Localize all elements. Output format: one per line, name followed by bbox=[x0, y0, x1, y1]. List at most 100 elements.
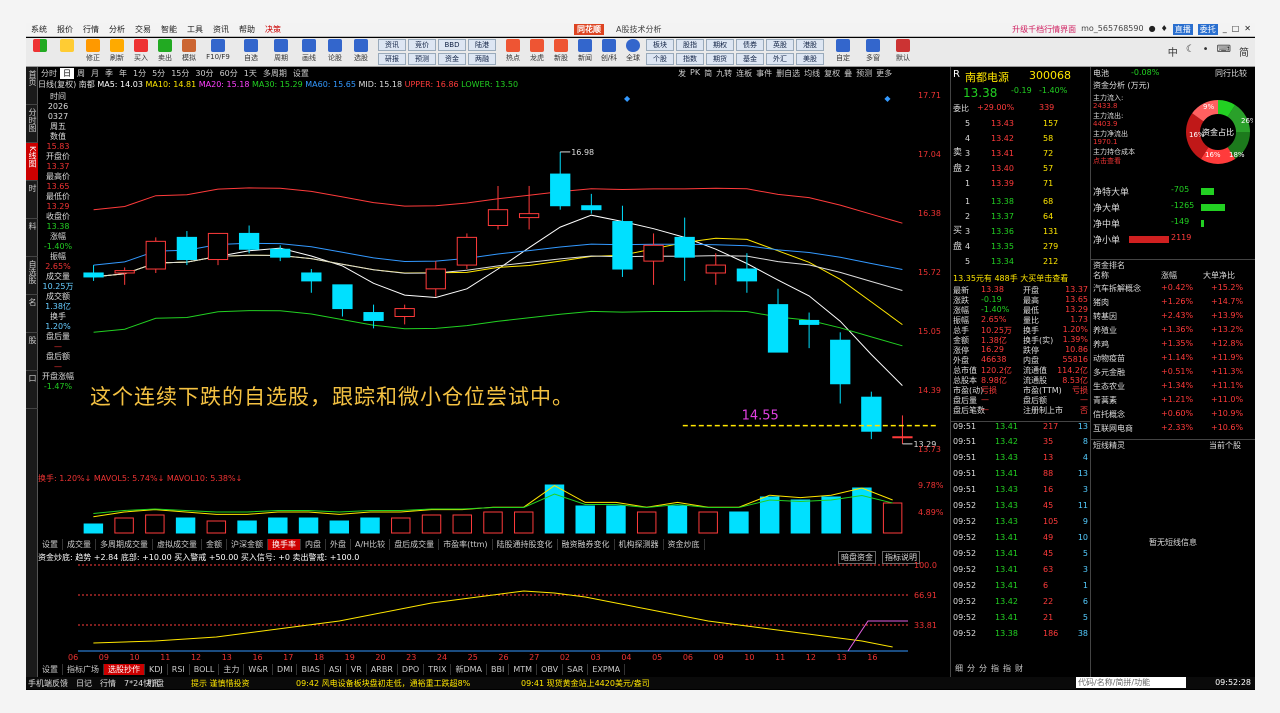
indicator-tab[interactable]: W&R bbox=[244, 664, 274, 675]
tick-tab[interactable]: 细 bbox=[955, 663, 963, 675]
volume-subtab[interactable]: 资金炒底 bbox=[664, 539, 705, 550]
menu-tools[interactable]: 工具 bbox=[182, 24, 208, 35]
tool-dragon[interactable]: 龙虎 bbox=[526, 39, 548, 66]
event-marker-icon[interactable]: ◆ bbox=[884, 94, 891, 103]
search-input[interactable]: 代码/名称/简拼/功能 bbox=[1076, 677, 1186, 688]
menu-quote[interactable]: 报价 bbox=[52, 24, 78, 35]
tick-tab[interactable]: 财 bbox=[1015, 663, 1023, 675]
indicator-tab[interactable]: KDJ bbox=[145, 664, 168, 675]
indicator-tab[interactable]: RSI bbox=[168, 664, 190, 675]
tool-fix[interactable]: 修正 bbox=[82, 39, 104, 66]
book-row[interactable]: 2 13.37 64 bbox=[951, 212, 1090, 225]
tick-tab[interactable]: 指 bbox=[1003, 663, 1011, 675]
capital-donut[interactable]: 资金占比 9% 16% 16% 18% 26% bbox=[1183, 97, 1253, 167]
user-icon[interactable]: ● bbox=[1149, 24, 1156, 35]
sector-row[interactable]: 互联网电商 +2.33% +10.6% bbox=[1091, 423, 1255, 436]
menu-decision[interactable]: 决策 bbox=[260, 24, 286, 35]
period-tab[interactable]: 1分 bbox=[130, 68, 149, 79]
candle[interactable] bbox=[238, 232, 260, 250]
book-row[interactable]: 4 13.42 58 bbox=[951, 134, 1090, 147]
btn-stockindex[interactable]: 股指 bbox=[676, 39, 704, 51]
indicator-tab[interactable]: 选股抄作 bbox=[104, 664, 145, 675]
bottom-link[interactable]: 反馈 bbox=[52, 678, 68, 689]
btn-funds[interactable]: 基金 bbox=[736, 53, 764, 65]
volume-subtab[interactable]: 金额 bbox=[202, 539, 227, 550]
username[interactable]: mo_565768590 bbox=[1081, 24, 1144, 35]
tick-tab[interactable]: 分 bbox=[967, 663, 975, 675]
sector-row[interactable]: 青蒿素 +1.21% +11.0% bbox=[1091, 395, 1255, 408]
indicator-tab[interactable]: DPO bbox=[398, 664, 425, 675]
live-button[interactable]: 直播 bbox=[1172, 24, 1193, 35]
sector-row[interactable]: 生态农业 +1.34% +11.1% bbox=[1091, 381, 1255, 394]
menu-smart[interactable]: 智能 bbox=[156, 24, 182, 35]
period-tab[interactable]: 60分 bbox=[217, 68, 241, 79]
indicator-tab[interactable]: 设置 bbox=[38, 664, 63, 675]
menu-market[interactable]: 行情 bbox=[78, 24, 104, 35]
maximize-icon[interactable]: □ bbox=[1232, 24, 1240, 35]
candle[interactable] bbox=[581, 205, 602, 211]
period-tab[interactable]: 周 bbox=[74, 68, 88, 79]
tool-refresh[interactable]: 刷新 bbox=[106, 39, 128, 66]
nav-kline[interactable]: K线图 bbox=[26, 143, 38, 181]
book-row[interactable]: 1 13.39 71 bbox=[951, 179, 1090, 192]
bottom-link[interactable]: 日记 bbox=[76, 678, 92, 689]
btn-stock[interactable]: 个股 bbox=[646, 53, 674, 65]
btn-research[interactable]: 研报 bbox=[378, 53, 406, 65]
tool-hot[interactable]: 热点 bbox=[502, 39, 524, 66]
nav-timeshare[interactable]: 分时图 bbox=[26, 105, 38, 143]
volume-subtab[interactable]: 外盘 bbox=[326, 539, 351, 550]
ime-moon-icon[interactable]: ☾ bbox=[1186, 44, 1195, 59]
volume-subtab[interactable]: 换手率 bbox=[268, 539, 301, 550]
nav-home[interactable]: 首页 bbox=[26, 67, 38, 105]
indicator-tab[interactable]: TRIX bbox=[424, 664, 452, 675]
candle[interactable] bbox=[301, 272, 322, 282]
tool-watchlist[interactable]: 自选 bbox=[240, 39, 262, 66]
btn-futures[interactable]: 期货 bbox=[706, 53, 734, 65]
candle[interactable] bbox=[674, 236, 695, 258]
btn-uk[interactable]: 英股 bbox=[766, 39, 794, 51]
btn-sector[interactable]: 板块 bbox=[646, 39, 674, 51]
bottom-link[interactable]: 行情 bbox=[100, 678, 116, 689]
candle[interactable] bbox=[145, 240, 166, 270]
period-tab[interactable]: 月 bbox=[88, 68, 102, 79]
tool-draw[interactable]: 画线 bbox=[298, 39, 320, 66]
volume-chart[interactable] bbox=[78, 483, 908, 535]
chart-tool-tab[interactable]: 复权 bbox=[824, 68, 840, 79]
tool-period[interactable]: 周期 bbox=[270, 39, 292, 66]
chart-tool-tab[interactable]: 简 bbox=[704, 68, 712, 79]
home-grid-button[interactable] bbox=[29, 39, 51, 66]
btn-margin[interactable]: 两融 bbox=[468, 53, 496, 65]
sector-row[interactable]: 动物疫苗 +1.14% +11.9% bbox=[1091, 353, 1255, 366]
candle[interactable] bbox=[363, 312, 384, 321]
sector-row[interactable]: 养殖业 +1.36% +13.2% bbox=[1091, 325, 1255, 338]
tool-ipo[interactable]: 新股 bbox=[550, 39, 572, 66]
ticker-news-1[interactable]: 09:42 风电设备板块盘初走低，通裕重工跌超8% bbox=[296, 678, 470, 689]
chart-tool-tab[interactable]: 九转 bbox=[716, 68, 732, 79]
chart-tool-tab[interactable]: 连板 bbox=[736, 68, 752, 79]
sector-row[interactable]: 转基因 +2.43% +13.9% bbox=[1091, 311, 1255, 324]
btn-hk-connect[interactable]: 陆港 bbox=[468, 39, 496, 51]
stock-code[interactable]: 300068 bbox=[1029, 69, 1071, 82]
chart-tool-tab[interactable]: 均线 bbox=[804, 68, 820, 79]
candle[interactable] bbox=[425, 268, 446, 290]
candle[interactable] bbox=[270, 248, 291, 258]
indicator-tab[interactable]: 新DMA bbox=[451, 664, 488, 675]
peer-compare[interactable]: 同行比较 bbox=[1215, 68, 1247, 79]
indicator-tab[interactable]: SAR bbox=[563, 664, 589, 675]
sector-row[interactable]: 养鸡 +1.35% +12.8% bbox=[1091, 339, 1255, 352]
candle[interactable] bbox=[114, 270, 135, 274]
indicator-tab[interactable]: 指标广场 bbox=[63, 664, 104, 675]
chart-tool-tab[interactable]: 发 bbox=[678, 68, 686, 79]
btn-options[interactable]: 期权 bbox=[706, 39, 734, 51]
book-row[interactable]: 2 13.40 57 bbox=[951, 164, 1090, 177]
btn-news[interactable]: 资讯 bbox=[378, 39, 406, 51]
close-icon[interactable]: ✕ bbox=[1244, 24, 1251, 35]
chart-tool-tab[interactable]: 更多 bbox=[876, 68, 892, 79]
book-row[interactable]: 1 13.38 68 bbox=[951, 197, 1090, 210]
ticker-tip[interactable]: 提示 谨慎惜投资 bbox=[191, 678, 250, 689]
indicator-tab[interactable]: EXPMA bbox=[588, 664, 626, 675]
ime-dot-icon[interactable]: • bbox=[1203, 44, 1209, 59]
indicator-tab[interactable]: BBI bbox=[487, 664, 510, 675]
book-row[interactable]: 4 13.35 279 bbox=[951, 242, 1090, 255]
period-tab[interactable]: 5分 bbox=[149, 68, 168, 79]
